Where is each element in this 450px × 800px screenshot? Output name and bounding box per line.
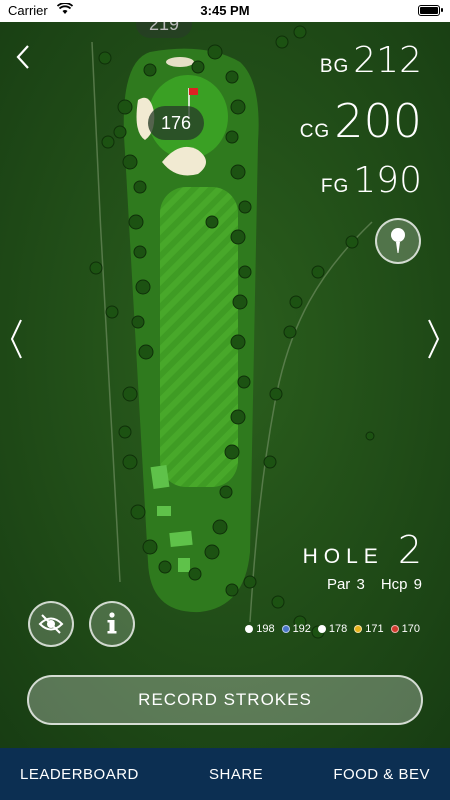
info-button[interactable]	[89, 601, 135, 647]
chevron-right-icon	[428, 319, 440, 359]
clock: 3:45 PM	[200, 3, 250, 18]
next-hole-button[interactable]	[422, 316, 444, 362]
front-green-value: 190	[353, 160, 422, 201]
eye-off-icon	[38, 614, 64, 634]
tee-yards: 170	[401, 623, 420, 635]
center-green-distance: CG 200	[300, 94, 422, 148]
hole-number: 2	[397, 528, 422, 572]
bottom-tab-bar: LEADERBOARD SHARE FOOD & BEV	[0, 748, 450, 800]
status-bar: Carrier 3:45 PM	[0, 0, 450, 22]
tab-share[interactable]: SHARE	[209, 766, 263, 783]
toggle-overlay-button[interactable]	[28, 601, 74, 647]
tee-dot	[281, 625, 290, 633]
info-icon	[107, 612, 117, 634]
previous-distance-bubble: 219	[136, 22, 192, 38]
hole-info: HOLE 2 Par 3 Hcp 9	[303, 528, 422, 593]
tee-yards: 198	[256, 623, 275, 635]
tee-item: 171	[354, 623, 384, 635]
target-distance-bubble[interactable]: 176	[148, 106, 204, 140]
hole-par: Par 3	[326, 576, 365, 593]
tee-yards: 192	[292, 623, 311, 635]
tab-food-bev[interactable]: FOOD & BEV	[333, 766, 430, 783]
pin-position-button[interactable]	[375, 218, 421, 264]
battery-icon	[418, 5, 443, 16]
chevron-left-icon	[16, 45, 29, 69]
center-green-value: 200	[334, 94, 422, 148]
back-button[interactable]	[12, 42, 36, 72]
tee-item: 170	[390, 623, 420, 635]
previous-hole-button[interactable]	[6, 316, 28, 362]
tee-legend: 198 192 178 171 170	[238, 623, 420, 635]
chevron-left-icon	[10, 319, 22, 359]
front-green-label: FG	[320, 176, 350, 197]
tee-dot	[354, 625, 363, 633]
tee-yards: 178	[328, 623, 348, 635]
center-green-label: CG	[299, 121, 331, 142]
tee-item: 192	[281, 623, 311, 635]
hole-handicap: Hcp 9	[380, 576, 422, 593]
tee-yards: 171	[365, 623, 384, 635]
tee-dot	[317, 625, 326, 633]
back-green-value: 212	[353, 40, 422, 81]
front-green-distance: FG 190	[321, 160, 422, 201]
tab-leaderboard[interactable]: LEADERBOARD	[20, 766, 139, 783]
back-green-distance: BG 212	[320, 40, 422, 81]
tee-item: 178	[317, 623, 348, 635]
hole-label: HOLE	[302, 545, 384, 568]
record-strokes-button[interactable]: RECORD STROKES	[27, 675, 423, 725]
back-green-label: BG	[319, 56, 350, 77]
tee-dot	[390, 625, 399, 633]
golf-tee-icon	[391, 228, 405, 253]
tee-dot	[245, 625, 254, 633]
tee-item: 198	[245, 623, 275, 635]
